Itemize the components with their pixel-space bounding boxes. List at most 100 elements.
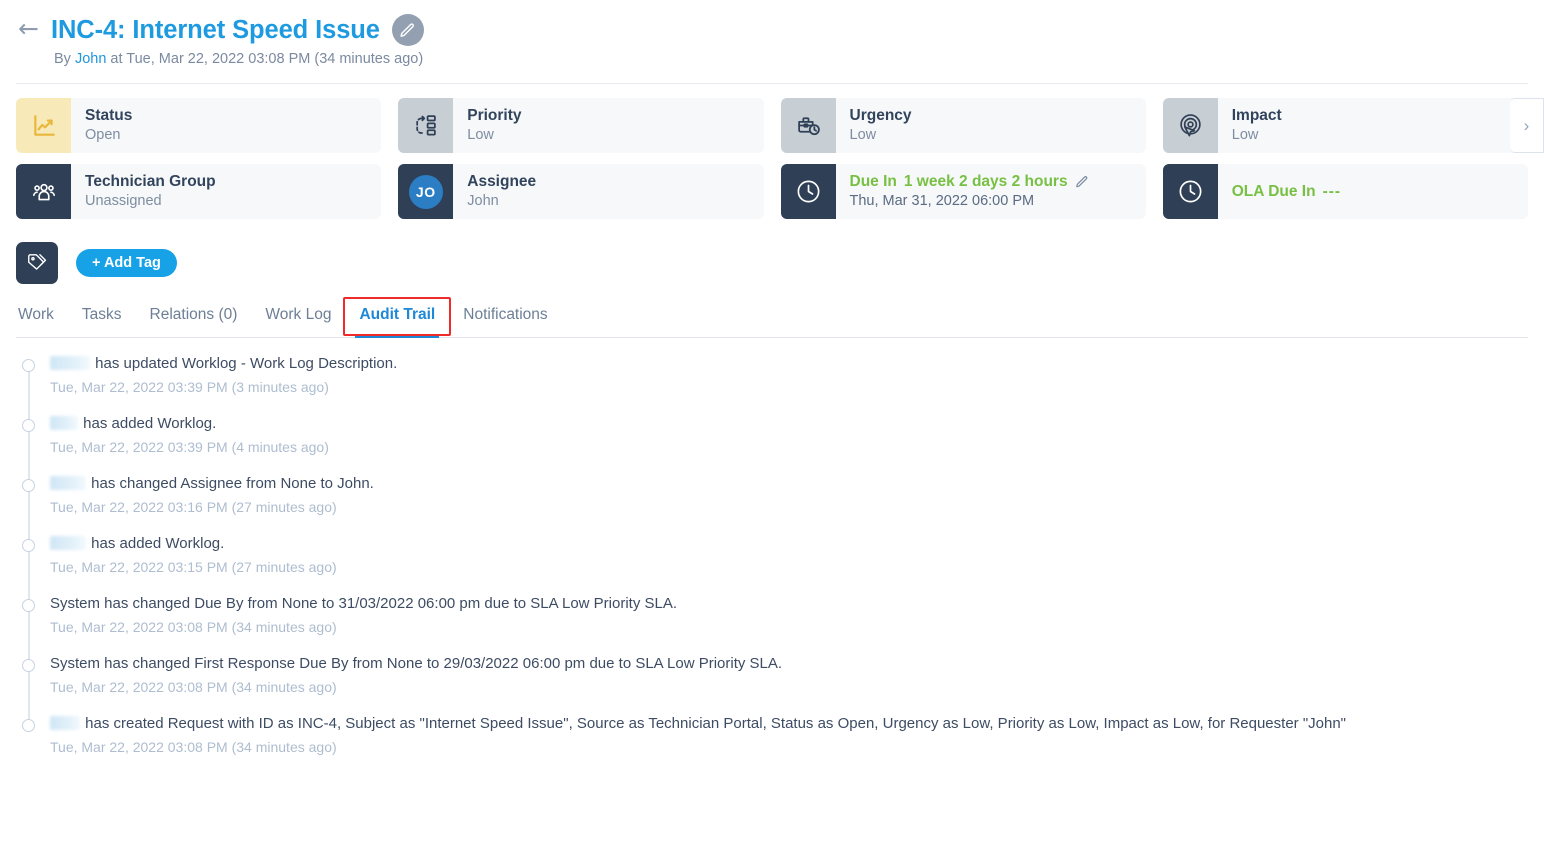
audit-entry-timestamp: Tue, Mar 22, 2022 03:08 PM (34 minutes a… — [50, 739, 337, 756]
card-priority-label: Priority — [467, 107, 522, 125]
audit-entry: has added Worklog. Tue, Mar 22, 2022 03:1… — [22, 534, 1528, 606]
tab-notifications[interactable]: Notifications — [449, 306, 561, 337]
timeline-bullet-icon — [22, 359, 35, 372]
clock-icon — [780, 164, 836, 219]
audit-entry-text: System has changed Due By from None to 3… — [50, 595, 678, 612]
title-row: ← INC-4: Internet Speed Issue — [18, 14, 1544, 46]
chevron-right-icon[interactable]: › — [1510, 98, 1544, 153]
audit-entry: has created Request with ID as INC-4, Su… — [22, 714, 1528, 764]
users-group-icon — [16, 164, 71, 219]
tab-work[interactable]: Work — [16, 306, 68, 337]
tab-work-log[interactable]: Work Log — [251, 306, 345, 337]
card-due-in-value: Thu, Mar 31, 2022 06:00 PM — [849, 192, 1035, 209]
tab-audit-trail[interactable]: Audit Trail — [345, 306, 449, 338]
byline-prefix: By — [54, 51, 75, 67]
audit-entry-text: System has changed First Response Due By… — [50, 655, 783, 672]
redacted-username — [50, 416, 78, 430]
tag-row: + Add Tag — [0, 230, 1544, 284]
property-cards-row-1: Status Open Priority Low Urgency Low Imp… — [16, 98, 1528, 153]
timeline-track — [28, 668, 30, 726]
timeline-track — [28, 368, 30, 426]
audit-entry: System has changed First Response Due By… — [22, 654, 1528, 726]
card-ola-due-in-body: OLA Due In --- — [1218, 164, 1341, 219]
timeline-track — [28, 608, 30, 666]
audit-entry-timestamp: Tue, Mar 22, 2022 03:08 PM (34 minutes a… — [50, 679, 337, 696]
audit-entry-timestamp: Tue, Mar 22, 2022 03:39 PM (4 minutes ag… — [50, 439, 329, 456]
card-status-label: Status — [85, 107, 133, 125]
audit-entry: has added Worklog. Tue, Mar 22, 2022 03:3… — [22, 414, 1528, 486]
card-urgency[interactable]: Urgency Low — [780, 98, 1146, 153]
card-technician-group-value: Unassigned — [85, 192, 162, 209]
add-tag-button[interactable]: + Add Tag — [76, 249, 177, 277]
arrow-left-icon[interactable]: ← — [18, 16, 39, 41]
timeline-bullet-icon — [22, 599, 35, 612]
card-priority-value: Low — [467, 126, 494, 143]
card-assignee[interactable]: JO Assignee John — [398, 164, 764, 219]
byline: By John at Tue, Mar 22, 2022 03:08 PM (3… — [54, 51, 1544, 67]
card-priority-body: Priority Low — [453, 98, 521, 153]
timeline-track — [28, 428, 30, 486]
priority-flow-icon — [398, 98, 454, 153]
due-in-title: Due In — [849, 173, 897, 191]
audit-entry: System has changed Due By from None to 3… — [22, 594, 1528, 666]
card-due-in-label: Due In 1 week 2 days 2 hours — [850, 172, 1089, 192]
card-urgency-body: Urgency Low — [836, 98, 912, 153]
card-status[interactable]: Status Open — [16, 98, 382, 153]
byline-suffix: at Tue, Mar 22, 2022 03:08 PM (34 minute… — [106, 51, 424, 67]
card-status-value: Open — [85, 126, 121, 143]
card-impact-body: Impact Low — [1218, 98, 1282, 153]
card-priority[interactable]: Priority Low — [398, 98, 764, 153]
card-impact[interactable]: Impact Low — [1162, 98, 1528, 153]
timeline-bullet-icon — [22, 479, 35, 492]
card-due-in[interactable]: Due In 1 week 2 days 2 hours Thu, Mar 31… — [780, 164, 1146, 219]
audit-entry-text: has changed Assignee from None to John. — [50, 474, 1528, 494]
audit-entry-text: has updated Worklog - Work Log Descripti… — [50, 354, 1528, 374]
redacted-username — [50, 716, 80, 730]
briefcase-clock-icon — [780, 98, 836, 153]
card-assignee-label: Assignee — [467, 173, 537, 191]
timeline-bullet-icon — [22, 539, 35, 552]
property-cards: Status Open Priority Low Urgency Low Imp… — [0, 84, 1544, 219]
card-status-body: Status Open — [71, 98, 132, 153]
page-header: ← INC-4: Internet Speed Issue By John at… — [0, 4, 1544, 83]
card-assignee-body: Assignee John — [453, 164, 536, 219]
card-technician-group[interactable]: Technician Group Unassigned — [16, 164, 382, 219]
pencil-icon[interactable] — [1075, 175, 1089, 189]
clock-icon — [1162, 164, 1218, 219]
timeline-track — [28, 488, 30, 546]
timeline-bullet-icon — [22, 419, 35, 432]
target-cursor-icon — [1162, 98, 1218, 153]
pencil-icon — [400, 22, 415, 37]
card-technician-group-label: Technician Group — [85, 173, 216, 191]
card-due-in-body: Due In 1 week 2 days 2 hours Thu, Mar 31… — [836, 164, 1089, 219]
card-impact-label: Impact — [1231, 107, 1282, 125]
card-technician-group-body: Technician Group Unassigned — [71, 164, 216, 219]
tabs-bar: Work Tasks Relations (0) Work Log Audit … — [16, 297, 1528, 338]
byline-author[interactable]: John — [75, 51, 106, 67]
timeline-bullet-icon — [22, 659, 35, 672]
audit-entry-timestamp: Tue, Mar 22, 2022 03:39 PM (3 minutes ag… — [50, 379, 329, 396]
tab-relations[interactable]: Relations (0) — [136, 306, 252, 337]
edit-title-button[interactable] — [391, 14, 424, 46]
tab-tasks[interactable]: Tasks — [68, 306, 136, 337]
card-urgency-label: Urgency — [849, 107, 912, 125]
chart-line-icon — [16, 98, 71, 153]
page-title: INC-4: Internet Speed Issue — [50, 15, 380, 44]
audit-trail-list: has updated Worklog - Work Log Descripti… — [0, 338, 1544, 764]
card-ola-due-in-label: OLA Due In --- — [1232, 182, 1341, 202]
card-ola-due-in[interactable]: OLA Due In --- — [1162, 164, 1528, 219]
redacted-username — [50, 536, 86, 550]
audit-entry-text: has added Worklog. — [50, 534, 1528, 554]
ola-due-in-title: OLA Due In — [1231, 182, 1316, 200]
ola-due-in-duration: --- — [1322, 182, 1342, 200]
redacted-username — [50, 476, 86, 490]
avatar-initials: JO — [408, 174, 443, 209]
timeline-bullet-icon — [22, 719, 35, 732]
card-impact-value: Low — [1231, 126, 1259, 143]
audit-entry-text: has added Worklog. — [50, 414, 1528, 434]
due-in-duration: 1 week 2 days 2 hours — [903, 173, 1068, 191]
timeline-track — [28, 548, 30, 606]
tag-icon — [16, 242, 58, 284]
avatar: JO — [398, 164, 454, 219]
property-cards-row-2: Technician Group Unassigned JO Assignee … — [16, 164, 1528, 219]
